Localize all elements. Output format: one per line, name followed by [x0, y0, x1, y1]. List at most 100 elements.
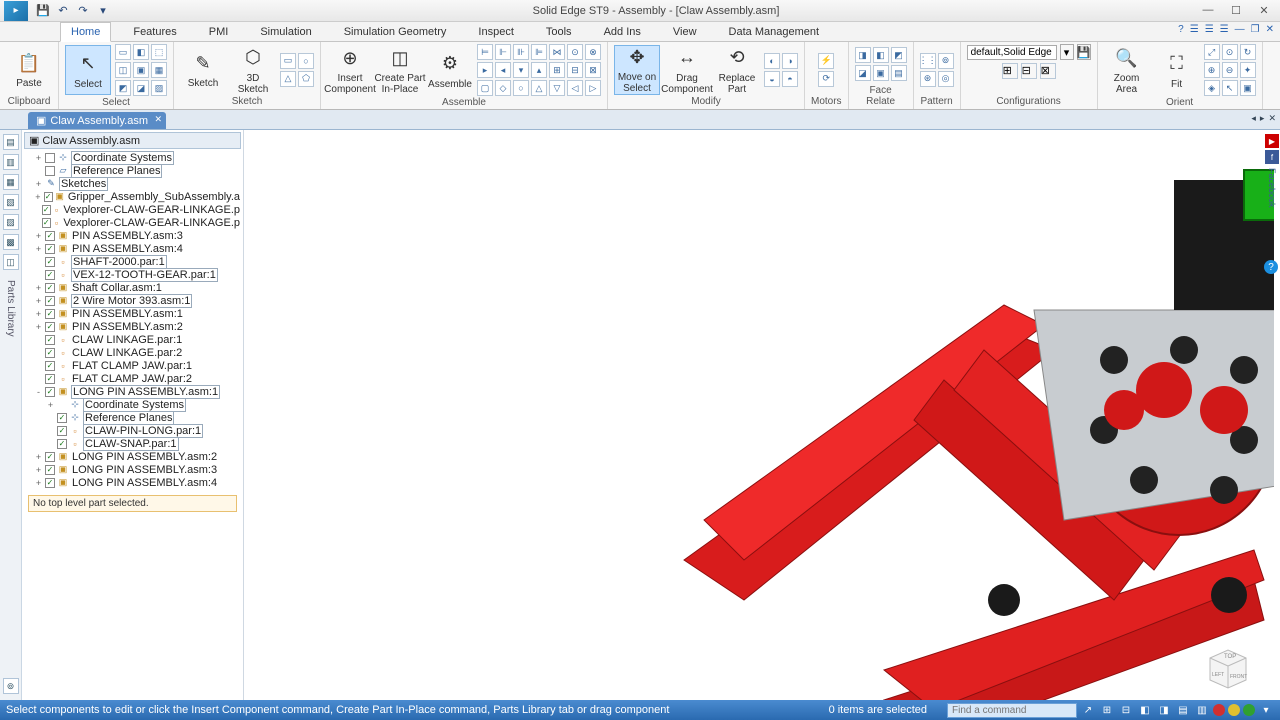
- minimize-button[interactable]: —: [1200, 4, 1216, 17]
- rel-6[interactable]: ⊙: [567, 44, 583, 60]
- checkbox[interactable]: [45, 153, 55, 163]
- tree-item[interactable]: ▫CLAW LINKAGE.par:2: [22, 346, 243, 359]
- pat-3[interactable]: ⊛: [920, 71, 936, 87]
- zoom-area-button[interactable]: 🔍Zoom Area: [1104, 45, 1150, 95]
- undo-icon[interactable]: ↶: [54, 2, 72, 20]
- select-tool-6[interactable]: ▦: [151, 62, 167, 78]
- save-icon[interactable]: 💾: [34, 2, 52, 20]
- tree-ref-planes[interactable]: ▱Reference Planes: [22, 164, 243, 177]
- sketch-tool-4[interactable]: ⬠: [298, 71, 314, 87]
- viewport-3d[interactable]: TOP LEFT FRONT ▶ f Facebook ?: [244, 130, 1280, 700]
- fr-5[interactable]: ▣: [873, 65, 889, 81]
- facebook-label[interactable]: Facebook: [1267, 168, 1277, 208]
- checkbox[interactable]: [44, 192, 53, 202]
- rel-17[interactable]: ○: [513, 80, 529, 96]
- checkbox[interactable]: [45, 361, 55, 371]
- cfg-3[interactable]: ⊠: [1040, 63, 1056, 79]
- sketch-tool-2[interactable]: ○: [298, 53, 314, 69]
- mod-4[interactable]: ◓: [782, 71, 798, 87]
- rel-3[interactable]: ⊪: [513, 44, 529, 60]
- checkbox[interactable]: [45, 335, 55, 345]
- rel-7[interactable]: ⊗: [585, 44, 601, 60]
- rel-21[interactable]: ▷: [585, 80, 601, 96]
- assemble-button[interactable]: ⚙Assemble: [427, 45, 473, 95]
- expand-icon[interactable]: +: [34, 478, 43, 488]
- select-button[interactable]: ↖Select: [65, 45, 111, 95]
- expand-icon[interactable]: +: [46, 400, 55, 410]
- or-1[interactable]: ⤢: [1204, 44, 1220, 60]
- fr-1[interactable]: ◨: [855, 47, 871, 63]
- status-dot-yellow[interactable]: [1228, 704, 1240, 716]
- expand-icon[interactable]: +: [34, 192, 42, 202]
- pat-4[interactable]: ◎: [938, 71, 954, 87]
- tree-item[interactable]: +▣PIN ASSEMBLY.asm:3: [22, 229, 243, 242]
- maximize-button[interactable]: ☐: [1228, 4, 1244, 17]
- tab-simulation[interactable]: Simulation: [250, 23, 321, 41]
- status-icon-7[interactable]: ▥: [1194, 703, 1210, 717]
- tab-inspect[interactable]: Inspect: [468, 23, 523, 41]
- or-8[interactable]: ↖: [1222, 80, 1238, 96]
- status-icon-6[interactable]: ▤: [1175, 703, 1191, 717]
- tree-item[interactable]: +▣PIN ASSEMBLY.asm:1: [22, 307, 243, 320]
- mod-2[interactable]: ◑: [782, 53, 798, 69]
- checkbox[interactable]: [45, 244, 55, 254]
- drag-component-button[interactable]: ↔Drag Component: [664, 45, 710, 95]
- tree-item[interactable]: ▫FLAT CLAMP JAW.par:1: [22, 359, 243, 372]
- checkbox[interactable]: [45, 452, 55, 462]
- select-tool-2[interactable]: ◧: [133, 44, 149, 60]
- rail-btn-bottom[interactable]: ⊚: [3, 678, 19, 694]
- rel-16[interactable]: ◇: [495, 80, 511, 96]
- checkbox[interactable]: [57, 413, 67, 423]
- insert-component-button[interactable]: ⊕Insert Component: [327, 45, 373, 95]
- expand-icon[interactable]: +: [34, 179, 43, 189]
- doc-tab-close-icon[interactable]: ✕: [154, 114, 162, 125]
- expand-icon[interactable]: +: [34, 309, 43, 319]
- tree-item[interactable]: +▣LONG PIN ASSEMBLY.asm:2: [22, 450, 243, 463]
- checkbox[interactable]: [45, 166, 55, 176]
- tree-item[interactable]: -▣LONG PIN ASSEMBLY.asm:1: [22, 385, 243, 398]
- tree-item[interactable]: +▣LONG PIN ASSEMBLY.asm:3: [22, 463, 243, 476]
- select-tool-7[interactable]: ◩: [115, 80, 131, 96]
- sketch-tool-3[interactable]: △: [280, 71, 296, 87]
- checkbox[interactable]: [42, 218, 51, 228]
- config-dropdown-icon[interactable]: ▾: [1060, 44, 1074, 60]
- tree-root[interactable]: ▣Claw Assembly.asm: [24, 132, 241, 149]
- rel-8[interactable]: ▸: [477, 62, 493, 78]
- status-icon-4[interactable]: ◧: [1137, 703, 1153, 717]
- tab-view[interactable]: View: [663, 23, 707, 41]
- fr-3[interactable]: ◩: [891, 47, 907, 63]
- status-icon-1[interactable]: ↗: [1080, 703, 1096, 717]
- ribbon-opt3-icon[interactable]: ☰: [1220, 24, 1229, 35]
- tree-item[interactable]: +▣Shaft Collar.asm:1: [22, 281, 243, 294]
- select-tool-9[interactable]: ▨: [151, 80, 167, 96]
- rel-13[interactable]: ⊟: [567, 62, 583, 78]
- cfg-1[interactable]: ⊞: [1002, 63, 1018, 79]
- motor-1[interactable]: ⚡: [818, 53, 834, 69]
- select-tool-5[interactable]: ▣: [133, 62, 149, 78]
- checkbox[interactable]: [45, 270, 55, 280]
- expand-icon[interactable]: +: [34, 283, 43, 293]
- checkbox[interactable]: [45, 387, 55, 397]
- tree-item[interactable]: ▫FLAT CLAMP JAW.par:2: [22, 372, 243, 385]
- select-tool-3[interactable]: ⬚: [151, 44, 167, 60]
- expand-icon[interactable]: +: [34, 244, 43, 254]
- expand-icon[interactable]: +: [34, 322, 43, 332]
- or-9[interactable]: ▣: [1240, 80, 1256, 96]
- rail-btn-5[interactable]: ▨: [3, 214, 19, 230]
- status-dot-red[interactable]: [1213, 704, 1225, 716]
- tree-item[interactable]: ▫CLAW-SNAP.par:1: [22, 437, 243, 450]
- rel-1[interactable]: ⊨: [477, 44, 493, 60]
- rel-12[interactable]: ⊞: [549, 62, 565, 78]
- doc-nav-close-icon[interactable]: ✕: [1268, 113, 1276, 124]
- rel-18[interactable]: △: [531, 80, 547, 96]
- checkbox[interactable]: [45, 374, 55, 384]
- tree-coord-systems[interactable]: +⊹Coordinate Systems: [22, 151, 243, 164]
- qat-dropdown-icon[interactable]: ▾: [94, 2, 112, 20]
- expand-icon[interactable]: +: [34, 231, 43, 241]
- expand-icon[interactable]: +: [34, 296, 43, 306]
- select-tool-4[interactable]: ◫: [115, 62, 131, 78]
- checkbox[interactable]: [45, 322, 55, 332]
- rel-9[interactable]: ◂: [495, 62, 511, 78]
- fit-button[interactable]: ⛶Fit: [1154, 45, 1200, 95]
- close-button[interactable]: ✕: [1256, 4, 1272, 17]
